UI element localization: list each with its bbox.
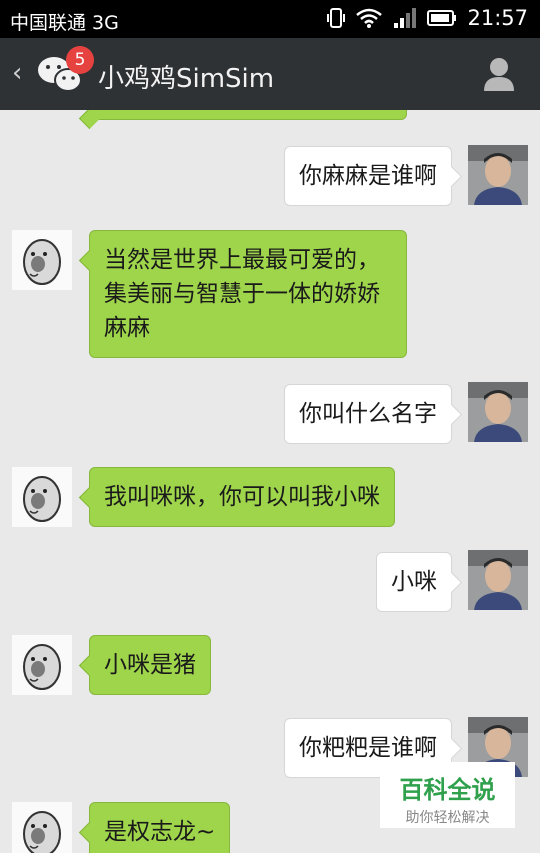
watermark-title: 百科全说 bbox=[399, 776, 496, 804]
user-photo-icon bbox=[468, 382, 528, 442]
signal-icon bbox=[394, 8, 417, 28]
person-icon[interactable] bbox=[482, 56, 516, 92]
avatar-bot[interactable] bbox=[12, 635, 72, 695]
message-text: 当然是世界上最最可爱的，集美丽与智慧于一体的娇娇麻麻 bbox=[104, 247, 380, 341]
avatar-bot[interactable] bbox=[12, 467, 72, 527]
chat-header: ‹ 5 小鸡鸡SimSim bbox=[0, 38, 540, 110]
cartoon-avatar-icon bbox=[23, 644, 61, 690]
message-text: 你粑粑是谁啊 bbox=[299, 735, 437, 761]
user-photo-icon bbox=[468, 145, 528, 205]
message-text: 我叫咪咪，你可以叫我小咪 bbox=[104, 484, 380, 510]
unread-badge: 5 bbox=[66, 46, 94, 74]
avatar-bot[interactable] bbox=[12, 802, 72, 853]
watermark-logo: 百科全说 助你轻松解决 bbox=[380, 762, 515, 828]
clock: 21:57 bbox=[467, 6, 528, 30]
message-text: 小咪 bbox=[391, 569, 437, 595]
wifi-icon bbox=[356, 8, 383, 28]
avatar-me[interactable] bbox=[468, 145, 528, 205]
back-button[interactable]: ‹ bbox=[12, 58, 22, 88]
message-text: 你叫什么名字 bbox=[299, 401, 437, 427]
message-bubble-me: 你叫什么名字 bbox=[284, 384, 452, 444]
carrier-label: 中国联通 3G bbox=[10, 12, 119, 34]
message-bubble-me: 小咪 bbox=[376, 552, 452, 612]
avatar-me[interactable] bbox=[468, 382, 528, 442]
vibrate-icon bbox=[327, 8, 346, 28]
avatar-me[interactable] bbox=[468, 550, 528, 610]
battery-icon bbox=[427, 10, 457, 26]
user-photo-icon bbox=[468, 550, 528, 610]
message-text: 你麻麻是谁啊 bbox=[299, 163, 437, 189]
status-icons: 21:57 bbox=[327, 6, 528, 30]
message-bubble-bot: 当然是世界上最最可爱的，集美丽与智慧于一体的娇娇麻麻 bbox=[89, 230, 407, 358]
cartoon-avatar-icon bbox=[23, 239, 61, 285]
message-text: 是权志龙~ bbox=[104, 819, 216, 845]
message-text: 小咪是猪 bbox=[104, 652, 196, 678]
message-bubble-bot: 我叫咪咪，你可以叫我小咪 bbox=[89, 467, 395, 527]
message-list[interactable]: 你麻麻是谁啊 当然是世界上最最可爱的，集美丽与智慧于一体的娇娇麻麻 你叫什么名字 bbox=[0, 110, 540, 853]
message-bubble-me: 你麻麻是谁啊 bbox=[284, 146, 452, 206]
watermark-subtitle: 助你轻松解决 bbox=[405, 810, 490, 826]
cartoon-avatar-icon bbox=[23, 476, 61, 522]
avatar-bot[interactable] bbox=[12, 230, 72, 290]
status-bar: 中国联通 3G 21:57 bbox=[0, 0, 540, 38]
message-bubble-bot: 小咪是猪 bbox=[89, 635, 211, 695]
message-bubble-bot: 是权志龙~ bbox=[89, 802, 231, 853]
cartoon-avatar-icon bbox=[23, 811, 61, 853]
message-bubble-partial bbox=[89, 110, 407, 120]
chat-title: 小鸡鸡SimSim bbox=[98, 64, 275, 94]
